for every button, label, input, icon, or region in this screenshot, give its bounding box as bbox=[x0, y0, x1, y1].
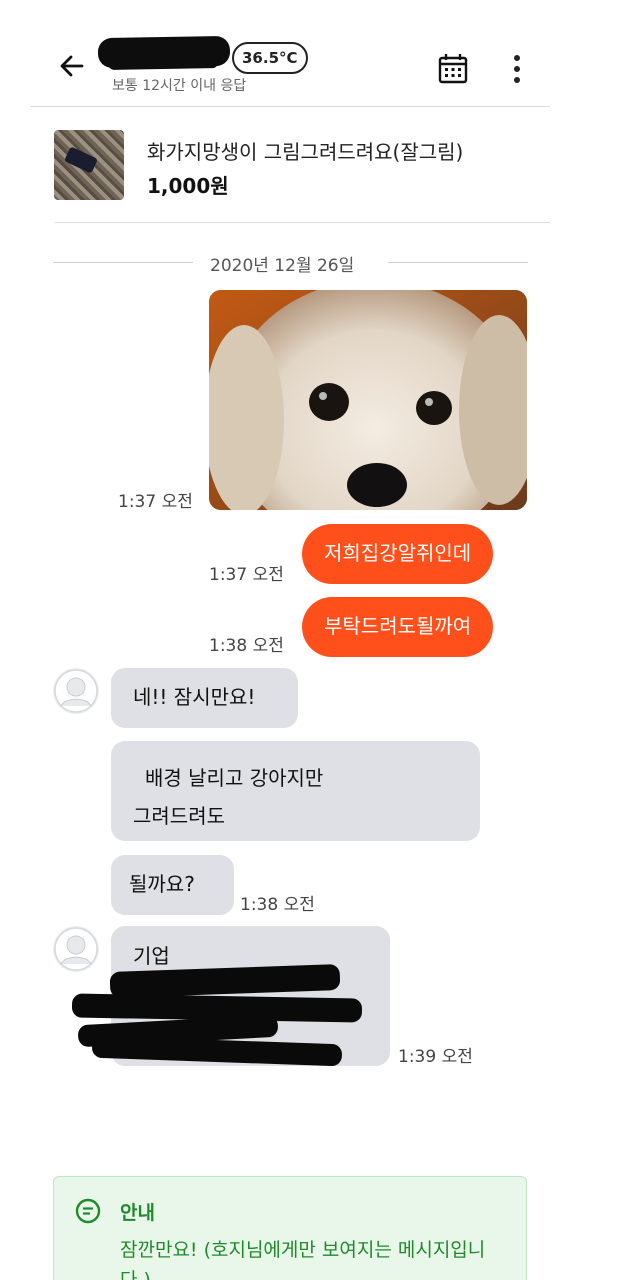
notice-title: 안내 bbox=[120, 1202, 155, 1224]
message-text: 기업 bbox=[133, 944, 170, 968]
date-line-right bbox=[388, 262, 528, 263]
product-price: 1,000원 bbox=[147, 174, 229, 198]
calendar-button[interactable] bbox=[434, 50, 472, 88]
back-arrow-icon bbox=[60, 55, 84, 77]
message-time: 1:37 오전 bbox=[209, 565, 284, 585]
manner-temperature-badge: 36.5°C bbox=[232, 42, 308, 74]
message-time: 1:38 오전 bbox=[240, 895, 315, 915]
redacted-username bbox=[97, 35, 231, 69]
product-divider bbox=[55, 222, 550, 223]
notice-body: 잠깐만요! (호지님에게만 보여지는 메시지입니다.) bbox=[120, 1239, 486, 1280]
partner-avatar[interactable] bbox=[53, 668, 99, 714]
message-line: 배경 날리고 강아지만 bbox=[145, 766, 324, 790]
message-time: 1:38 오전 bbox=[209, 636, 284, 656]
partner-message-bubble[interactable]: 배경 날리고 강아지만 그려드려도 bbox=[111, 741, 480, 841]
dog-photo-image bbox=[209, 290, 527, 510]
product-thumbnail[interactable] bbox=[54, 130, 124, 200]
user-avatar-icon bbox=[54, 669, 98, 713]
back-button[interactable] bbox=[52, 46, 92, 86]
date-separator: 2020년 12월 26일 bbox=[210, 256, 355, 276]
notice-icon bbox=[75, 1198, 101, 1224]
date-line-left bbox=[53, 262, 193, 263]
header-divider bbox=[30, 106, 550, 107]
more-vertical-icon bbox=[514, 55, 520, 61]
product-title[interactable]: 화가지망생이 그림그려드려요(잘그림) bbox=[147, 136, 463, 165]
message-time: 1:37 오전 bbox=[118, 492, 193, 512]
response-time-text: 보통 12시간 이내 응답 bbox=[112, 78, 247, 94]
calendar-icon bbox=[438, 54, 468, 84]
dog-photo-message[interactable] bbox=[209, 290, 527, 510]
user-avatar-icon bbox=[54, 927, 98, 971]
partner-message-bubble[interactable]: 될까요? bbox=[111, 855, 234, 915]
message-time: 1:39 오전 bbox=[398, 1047, 473, 1067]
my-message-bubble[interactable]: 저희집강알쥐인데 bbox=[302, 524, 494, 584]
my-message-bubble[interactable]: 부탁드려도될까여 bbox=[302, 597, 494, 657]
message-line: 그려드려도 bbox=[133, 804, 225, 828]
more-options-button[interactable] bbox=[505, 50, 529, 88]
partner-message-bubble[interactable]: 네!! 잠시만요! bbox=[111, 668, 298, 728]
partner-avatar[interactable] bbox=[53, 926, 99, 972]
